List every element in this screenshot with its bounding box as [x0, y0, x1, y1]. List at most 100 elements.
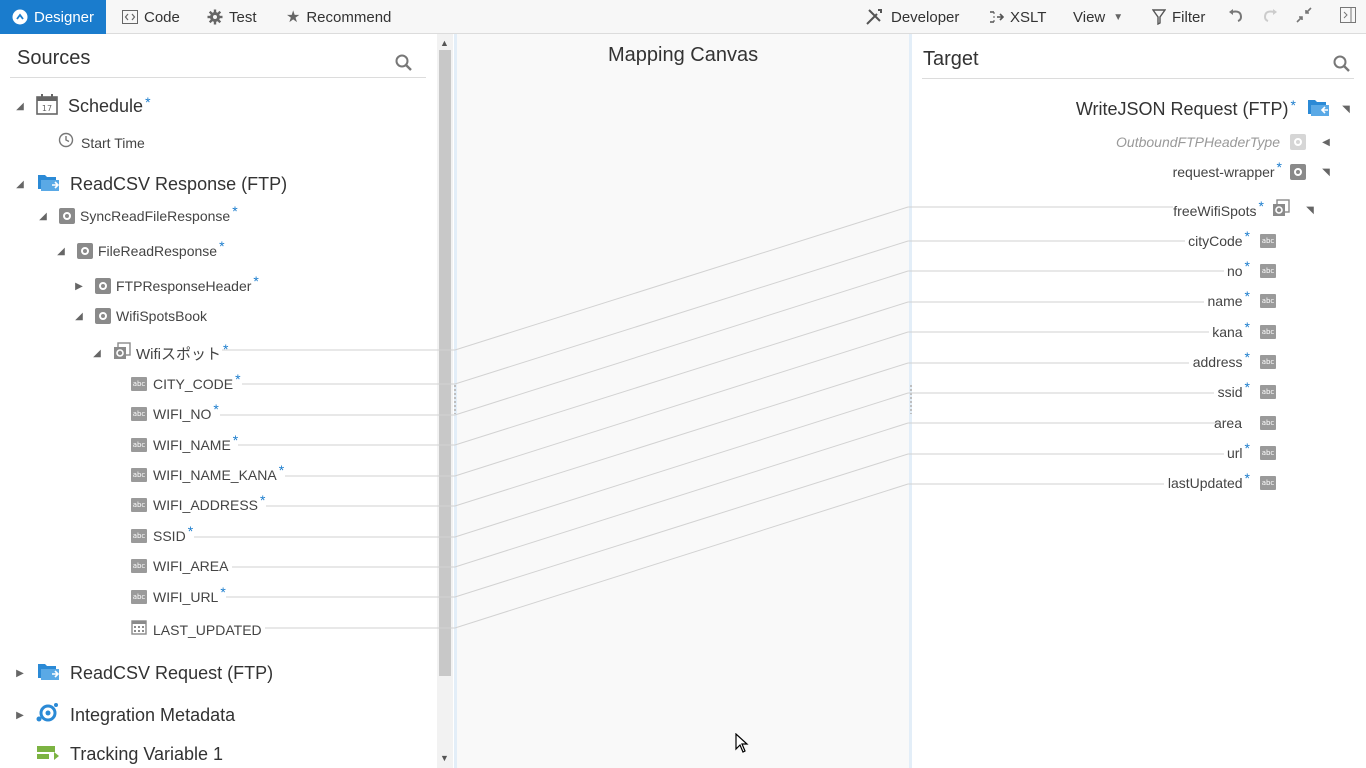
required-marker: *: [187, 523, 194, 539]
required-marker: *: [1244, 228, 1250, 244]
expand-triangle-icon[interactable]: ▶: [73, 280, 85, 292]
tree-node-readcsv-response[interactable]: ◢ ReadCSV Response (FTP): [14, 170, 287, 199]
collapse-triangle-icon[interactable]: ◢: [55, 245, 67, 257]
source-field-ssid[interactable]: abc SSID *: [131, 523, 193, 544]
field-label: LAST_UPDATED: [153, 621, 262, 638]
collapse-button[interactable]: [1291, 0, 1317, 34]
designer-tab[interactable]: Designer: [0, 0, 106, 34]
redo-button[interactable]: [1257, 0, 1283, 34]
field-label: WIFI_AREA: [153, 558, 229, 574]
tree-node-syncreadfileresponse[interactable]: ◢ SyncReadFileResponse *: [37, 203, 238, 224]
required-marker: *: [1244, 258, 1250, 274]
source-field-wifi-url[interactable]: abc WIFI_URL *: [131, 584, 226, 605]
scroll-down-icon[interactable]: ▼: [440, 753, 449, 763]
string-type-icon: abc: [1260, 476, 1276, 490]
scroll-up-icon[interactable]: ▲: [440, 38, 449, 48]
tracking-variable-icon: [36, 743, 60, 766]
string-type-icon: abc: [1260, 264, 1276, 278]
undo-button[interactable]: [1223, 0, 1249, 34]
string-type-icon: abc: [1260, 294, 1276, 308]
right-resize-handle[interactable]: [909, 384, 913, 414]
readcsv-request-label: ReadCSV Request (FTP): [70, 663, 274, 683]
collapse-triangle-icon[interactable]: ◢: [91, 348, 103, 360]
expand-triangle-icon[interactable]: ◀: [1320, 136, 1332, 148]
target-node-outbound-header[interactable]: OutboundFTPHeaderType ◀: [1116, 134, 1332, 150]
tree-node-start-time[interactable]: Start Time: [58, 132, 145, 153]
ftp-adapter-icon: [36, 659, 60, 688]
ftp-adapter-icon: [1306, 95, 1332, 124]
string-type-icon: abc: [1260, 355, 1276, 369]
tree-node-ftpresponseheader[interactable]: ▶ FTPResponseHeader *: [73, 273, 259, 294]
target-field-no[interactable]: no * abc: [1226, 258, 1276, 279]
collapse-triangle-icon[interactable]: ◢: [37, 210, 49, 222]
required-marker: *: [253, 273, 259, 289]
panel-toggle-button[interactable]: [1335, 0, 1361, 34]
source-field-last-updated[interactable]: LAST_UPDATED: [131, 619, 262, 640]
field-label: WIFI_URL: [153, 589, 219, 605]
source-field-wifi-no[interactable]: abc WIFI_NO *: [131, 401, 219, 422]
target-field-kana[interactable]: kana * abc: [1212, 319, 1276, 340]
code-tab[interactable]: Code: [122, 0, 180, 34]
target-node-freewifispots[interactable]: freeWifiSpots * ◥: [1173, 198, 1316, 222]
collapse-triangle-icon[interactable]: ◢: [14, 179, 26, 191]
sources-scroll-thumb[interactable]: [439, 50, 451, 676]
target-field-url[interactable]: url * abc: [1227, 440, 1276, 461]
field-label: no: [1226, 263, 1243, 279]
developer-button[interactable]: Developer: [865, 0, 959, 34]
tree-node-integration-metadata[interactable]: ▶ Integration Metadata: [14, 701, 235, 730]
collapse-triangle-icon[interactable]: ◢: [14, 101, 26, 113]
source-field-wifi-name[interactable]: abc WIFI_NAME *: [131, 432, 238, 453]
tree-node-readcsv-request[interactable]: ▶ ReadCSV Request (FTP): [14, 659, 273, 688]
test-tab[interactable]: Test: [207, 0, 257, 34]
filter-label: Filter: [1172, 8, 1206, 26]
target-field-lastupdated[interactable]: lastUpdated * abc: [1168, 470, 1276, 491]
string-type-icon: abc: [1260, 385, 1276, 399]
expand-triangle-icon[interactable]: ▶: [14, 668, 26, 680]
source-field-wifi-area[interactable]: abc WIFI_AREA: [131, 558, 228, 574]
target-node-writejson-request[interactable]: WriteJSON Request (FTP) * ◥: [1076, 95, 1352, 124]
target-field-citycode[interactable]: cityCode * abc: [1188, 228, 1276, 249]
required-marker: *: [145, 93, 151, 110]
string-type-icon: abc: [131, 377, 147, 391]
source-field-city-code[interactable]: abc CITY_CODE *: [131, 371, 241, 392]
view-label: View: [1073, 8, 1106, 26]
collapse-triangle-icon[interactable]: ◥: [1340, 104, 1352, 116]
sources-search-icon[interactable]: [395, 54, 413, 77]
collapse-triangle-icon[interactable]: ◥: [1304, 205, 1316, 217]
designer-label: Designer: [33, 8, 95, 26]
filter-button[interactable]: Filter: [1152, 0, 1205, 34]
target-node-request-wrapper[interactable]: request-wrapper * ◥: [1173, 159, 1332, 180]
tree-node-schedule[interactable]: ◢ 17 Schedule *: [14, 93, 151, 120]
target-field-address[interactable]: address * abc: [1193, 349, 1276, 370]
source-field-wifi-address[interactable]: abc WIFI_ADDRESS *: [131, 492, 265, 513]
left-resize-handle[interactable]: [453, 384, 457, 414]
source-field-wifi-name-kana[interactable]: abc WIFI_NAME_KANA *: [131, 462, 284, 483]
redo-icon: [1262, 8, 1278, 26]
xslt-button[interactable]: XSLT: [988, 0, 1046, 34]
recommend-label: Recommend: [306, 8, 392, 26]
collapse-triangle-icon[interactable]: ◢: [73, 310, 85, 322]
target-field-area[interactable]: area abc: [1214, 415, 1276, 431]
ftp-adapter-icon: [36, 170, 60, 199]
tree-node-wifispotsbook[interactable]: ◢ WifiSpotsBook: [73, 308, 207, 324]
string-type-icon: abc: [131, 468, 147, 482]
collapse-triangle-icon[interactable]: ◥: [1320, 166, 1332, 178]
string-type-icon: abc: [131, 438, 147, 452]
star-icon: ★: [286, 9, 301, 26]
record-icon: [95, 308, 111, 324]
target-field-ssid[interactable]: ssid * abc: [1218, 379, 1276, 400]
mapping-canvas[interactable]: [457, 34, 909, 768]
required-marker: *: [232, 432, 239, 448]
tree-node-wifi-spot[interactable]: ◢ Wifiスポット *: [91, 341, 228, 365]
expand-triangle-icon[interactable]: ▶: [14, 710, 26, 722]
required-marker: *: [213, 401, 219, 417]
tree-node-tracking-variable[interactable]: ▶ Tracking Variable 1: [14, 743, 223, 766]
target-search-icon[interactable]: [1333, 55, 1351, 78]
target-field-name[interactable]: name * abc: [1208, 288, 1276, 309]
record-icon: [59, 208, 75, 224]
tree-node-filereadresponse[interactable]: ◢ FileReadResponse *: [55, 238, 225, 259]
string-type-icon: abc: [1260, 234, 1276, 248]
string-type-icon: abc: [1260, 446, 1276, 460]
recommend-tab[interactable]: ★ Recommend: [286, 0, 391, 34]
view-menu[interactable]: View ▼: [1073, 0, 1123, 34]
